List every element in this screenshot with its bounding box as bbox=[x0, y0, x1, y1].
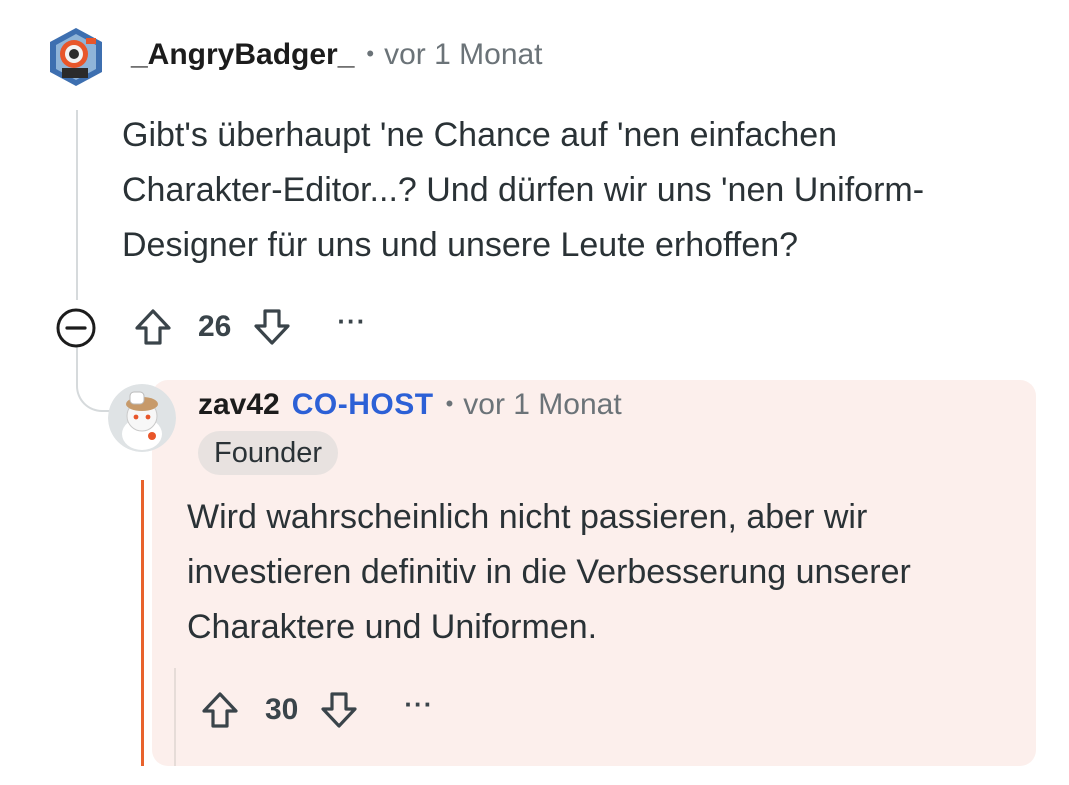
reply-thread-line bbox=[174, 668, 176, 766]
downvote-button[interactable] bbox=[251, 306, 293, 348]
arrow-down-icon bbox=[321, 692, 357, 728]
meta-separator: • bbox=[445, 391, 454, 416]
comment-body-line: Designer für uns und unsere Leute erhoff… bbox=[122, 226, 799, 264]
arrow-up-icon bbox=[202, 692, 238, 728]
arrow-down-icon bbox=[254, 309, 290, 345]
user-avatar[interactable] bbox=[44, 24, 108, 88]
reply-username[interactable]: zav42 bbox=[198, 388, 280, 422]
reply-body-line: Charaktere und Uniformen. bbox=[187, 608, 598, 646]
comment-score: 26 bbox=[198, 310, 232, 343]
reply-accent-bar bbox=[141, 480, 144, 766]
comment-body-line: Gibt's überhaupt 'ne Chance auf 'nen ein… bbox=[122, 116, 838, 154]
comment-body: Gibt's überhaupt 'ne Chance auf 'nen ein… bbox=[122, 108, 924, 273]
thread-line bbox=[76, 110, 78, 300]
reply-body: Wird wahrscheinlich nicht passieren, abe… bbox=[187, 490, 911, 655]
comment-action-bar: 26 ··· bbox=[132, 306, 366, 348]
arrow-up-icon bbox=[135, 309, 171, 345]
reply-timestamp: vor 1 Monat bbox=[463, 388, 622, 421]
comment-timestamp: vor 1 Monat bbox=[384, 38, 543, 71]
downvote-button[interactable] bbox=[318, 689, 360, 731]
reply-user-avatar[interactable] bbox=[108, 384, 176, 452]
upvote-button[interactable] bbox=[132, 306, 174, 348]
reply-score: 30 bbox=[265, 693, 299, 726]
more-options-button[interactable]: ··· bbox=[337, 306, 366, 337]
reply-body-line: investieren definitiv in die Verbesserun… bbox=[187, 553, 911, 591]
reply-action-bar: 30 ··· bbox=[199, 689, 433, 731]
meta-separator: • bbox=[366, 41, 375, 66]
comment-body-line: Charakter-Editor...? Und dürfen wir uns … bbox=[122, 171, 925, 209]
thread-branch-line bbox=[76, 346, 114, 412]
co-host-badge: CO-HOST bbox=[291, 388, 434, 421]
more-options-button[interactable]: ··· bbox=[404, 689, 433, 720]
reply-body-line: Wird wahrscheinlich nicht passieren, abe… bbox=[187, 498, 868, 536]
upvote-button[interactable] bbox=[199, 689, 241, 731]
user-flair: Founder bbox=[198, 431, 339, 475]
comment-username[interactable]: _AngryBadger_ bbox=[131, 38, 354, 72]
minus-circle-icon[interactable] bbox=[55, 307, 97, 349]
